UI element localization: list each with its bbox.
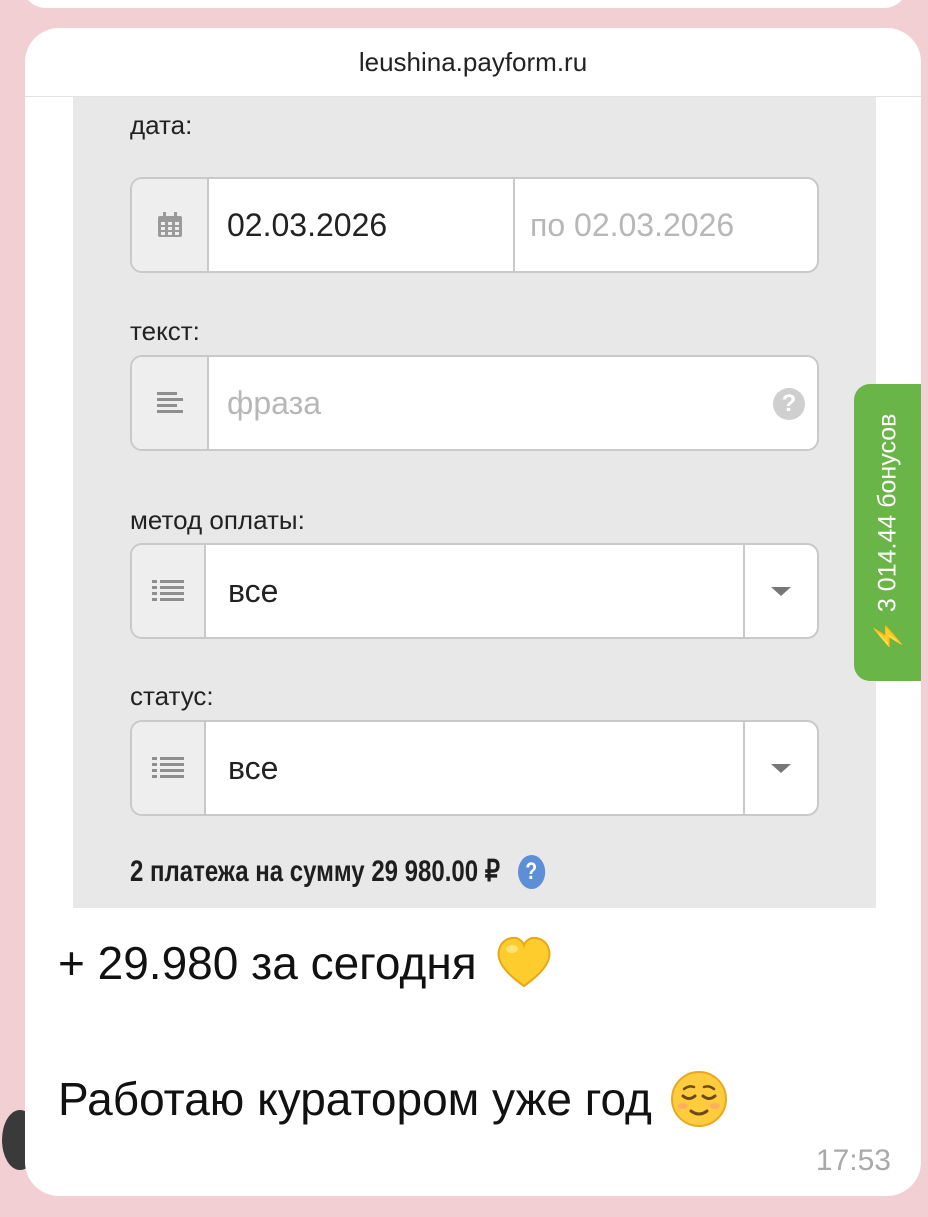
message-line-2: Работаю куратором уже год (58, 1070, 728, 1128)
site-domain: leushina.payform.ru (25, 28, 921, 97)
payments-summary-text: 2 платежа на сумму 29 980.00 ₽ (130, 855, 501, 888)
chevron-down-icon[interactable] (743, 722, 817, 814)
payment-method-select[interactable]: все (130, 543, 819, 639)
yellow-heart-emoji (497, 936, 551, 988)
status-select[interactable]: все (130, 720, 819, 816)
bonus-tab[interactable]: ⚡ 3 014.44 бонусов (854, 384, 921, 681)
message-timestamp: 17:53 (815, 1144, 891, 1177)
payments-summary: 2 платежа на сумму 29 980.00 ₽ ? (130, 854, 545, 889)
text-label: текст: (130, 316, 200, 346)
date-to-input[interactable]: по 02.03.2026 (530, 179, 734, 271)
status-label: статус: (130, 681, 214, 711)
lightning-icon: ⚡ (872, 619, 902, 652)
date-range-field: 02.03.2026 по 02.03.2026 (130, 177, 819, 273)
payment-method-label: метод оплаты: (130, 505, 305, 535)
date-divider (513, 179, 515, 271)
list-icon (132, 545, 206, 637)
help-icon[interactable]: ? (773, 388, 805, 420)
chevron-down-icon[interactable] (743, 545, 817, 637)
list-icon (132, 722, 206, 814)
text-lines-icon (132, 357, 209, 449)
payment-method-value: все (228, 572, 279, 609)
date-label: дата: (130, 110, 193, 140)
help-icon[interactable]: ? (517, 854, 545, 889)
previous-message-bubble (22, 0, 908, 8)
message-line-2-text: Работаю куратором уже год (58, 1073, 652, 1125)
calendar-icon (132, 179, 209, 271)
message-line-1-text: + 29.980 за сегодня (58, 937, 477, 989)
message-line-1: + 29.980 за сегодня (58, 934, 553, 992)
relieved-face-emoji (670, 1071, 727, 1127)
text-search-field: фраза ? (130, 355, 819, 451)
date-from-input[interactable]: 02.03.2026 (227, 179, 387, 271)
bonus-text: 3 014.44 бонусов (873, 413, 901, 612)
payform-screenshot: дата: 02.03.2026 по 02.03.2026 текст: фр… (73, 97, 876, 908)
message-bubble: leushina.payform.ru дата: 02.03.2026 по … (25, 28, 921, 1196)
text-search-input[interactable]: фраза (227, 357, 321, 449)
status-value: все (228, 749, 279, 786)
